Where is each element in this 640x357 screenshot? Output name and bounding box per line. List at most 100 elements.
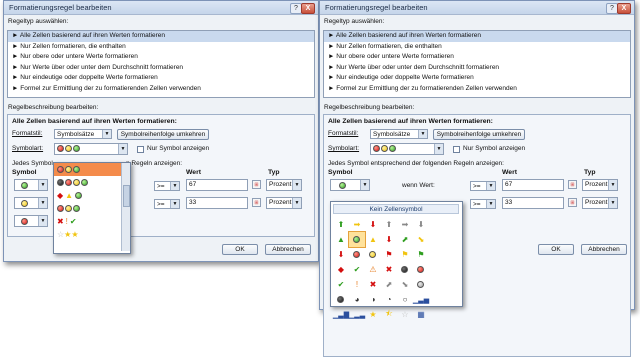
close-button[interactable]: X	[301, 3, 315, 14]
flag-icon[interactable]: ⚑	[381, 247, 397, 262]
red-circle-icon[interactable]	[413, 262, 429, 277]
arrow-down-icon[interactable]: ⬇	[381, 232, 397, 247]
black-circle-icon[interactable]	[333, 292, 349, 307]
gray-circle-icon[interactable]	[413, 277, 429, 292]
icon-set-option[interactable]: ◆ ▲	[54, 189, 130, 202]
arrow-up-right-gray-icon[interactable]: ⬈	[381, 277, 397, 292]
green-circle-icon[interactable]	[348, 231, 366, 248]
x-circle-icon[interactable]: ✖	[381, 262, 397, 277]
operator-select[interactable]: >= ▼	[470, 199, 496, 209]
gray-arrow-up-icon[interactable]: ⬆	[381, 217, 397, 232]
only-symbol-checkbox[interactable]	[137, 146, 144, 153]
symbol-select[interactable]: ▼	[14, 197, 48, 209]
arrow-up-icon[interactable]: ⬆	[333, 217, 349, 232]
cell-reference-icon[interactable]: ⊞	[252, 180, 261, 189]
empty-circle-icon[interactable]: ○	[397, 292, 413, 307]
arrow-down-right-icon[interactable]: ⬊	[413, 232, 429, 247]
ruletype-item[interactable]: ► Nur Zellen formatieren, die enthalten	[324, 42, 630, 53]
ruletype-item[interactable]: ► Nur eindeutige oder doppelte Werte for…	[8, 73, 314, 84]
icon-set-option[interactable]: ☆ ★ ★	[54, 228, 130, 241]
operator-select[interactable]: >= ▼	[154, 181, 180, 191]
type-select[interactable]: Prozent ▼	[582, 197, 618, 209]
ruletype-item[interactable]: ► Nur obere oder untere Werte formatiere…	[324, 52, 630, 63]
ruletype-list[interactable]: ► Alle Zellen basierend auf ihren Werten…	[323, 30, 631, 98]
operator-select[interactable]: >= ▼	[470, 181, 496, 191]
gray-arrow-down-icon[interactable]: ⬇	[413, 217, 429, 232]
red-circle-icon[interactable]	[349, 247, 365, 262]
ruletype-item[interactable]: ► Nur Zellen formatieren, die enthalten	[8, 42, 314, 53]
icon-set-dropdown[interactable]: ◆ ▲ ✖ ! ✔ ☆ ★ ★	[53, 162, 131, 254]
symbolart-select[interactable]: ▼	[370, 143, 444, 155]
formatstil-select[interactable]: Symbolsätze ▼	[370, 129, 428, 139]
ruletype-item[interactable]: ► Nur Werte über oder unter dem Durchsch…	[324, 63, 630, 74]
symbol-select[interactable]: ▼	[330, 179, 370, 191]
star-empty-icon[interactable]: ☆	[397, 307, 413, 322]
x-icon[interactable]: ✖	[365, 277, 381, 292]
yellow-circle-icon[interactable]	[365, 247, 381, 262]
warning-icon[interactable]: ⚠	[365, 262, 381, 277]
value-input[interactable]: 67	[502, 179, 564, 191]
signal-bars-icon[interactable]: ▁▃▅	[413, 292, 429, 307]
signal-bars-icon[interactable]: ▁▃▇	[333, 307, 349, 322]
diamond-icon[interactable]: ◆	[333, 262, 349, 277]
cancel-button[interactable]: Abbrechen	[265, 244, 311, 255]
type-select[interactable]: Prozent ▼	[266, 197, 302, 209]
flag-yellow-icon[interactable]: ⚑	[397, 247, 413, 262]
ruletype-item[interactable]: ► Nur Werte über oder unter dem Durchsch…	[8, 63, 314, 74]
cell-reference-icon[interactable]: ⊞	[568, 198, 577, 207]
scrollbar-thumb[interactable]	[123, 185, 130, 207]
pie-half-icon[interactable]: ◑	[365, 292, 381, 307]
only-symbol-checkbox[interactable]	[453, 146, 460, 153]
ruletype-item[interactable]: ► Nur eindeutige oder doppelte Werte for…	[324, 73, 630, 84]
ruletype-list[interactable]: ► Alle Zellen basierend auf ihren Werten…	[7, 30, 315, 98]
symbol-picker-popup[interactable]: Kein Zellensymbol ⬆ ➡ ⬇ ⬆ ➡ ⬇ ▲ ▲ ⬇ ⬈ ⬊ …	[330, 201, 463, 319]
cancel-button[interactable]: Abbrechen	[581, 244, 627, 255]
icon-set-option[interactable]	[54, 176, 130, 189]
ruletype-item[interactable]: ► Alle Zellen basierend auf ihren Werten…	[8, 31, 314, 42]
reverse-order-button[interactable]: Symbolreihenfolge umkehren	[117, 129, 209, 140]
close-button[interactable]: X	[617, 3, 631, 14]
star-half-icon[interactable]: ⯪	[381, 307, 397, 322]
icon-set-option[interactable]: ✖ ! ✔	[54, 215, 130, 228]
check-icon[interactable]: ✔	[333, 277, 349, 292]
ruletype-item[interactable]: ► Formel zur Ermittlung der zu formatier…	[324, 84, 630, 95]
value-input[interactable]: 33	[186, 197, 248, 209]
pie-quarter-icon[interactable]: ◔	[381, 292, 397, 307]
value-input[interactable]: 67	[186, 179, 248, 191]
cell-reference-icon[interactable]: ⊞	[568, 180, 577, 189]
triangle-up-yellow-icon[interactable]: ▲	[365, 232, 381, 247]
ruletype-item[interactable]: ► Nur obere oder untere Werte formatiere…	[8, 52, 314, 63]
cell-reference-icon[interactable]: ⊞	[252, 198, 261, 207]
formatstil-select[interactable]: Symbolsätze ▼	[54, 129, 112, 139]
arrow-down-right-gray-icon[interactable]: ⬊	[397, 277, 413, 292]
reverse-order-button[interactable]: Symbolreihenfolge umkehren	[433, 129, 525, 140]
ok-button[interactable]: OK	[538, 244, 574, 255]
ok-button[interactable]: OK	[222, 244, 258, 255]
symbol-select[interactable]: ▼	[14, 179, 48, 191]
dropdown-scrollbar[interactable]	[121, 163, 130, 251]
quarter-box-icon[interactable]: ▦	[413, 307, 429, 322]
arrow-down-icon[interactable]: ⬇	[333, 247, 349, 262]
arrow-up-right-icon[interactable]: ⬈	[397, 232, 413, 247]
symbolart-select[interactable]: ▼	[54, 143, 128, 155]
ruletype-item[interactable]: ► Alle Zellen basierend auf ihren Werten…	[324, 31, 630, 42]
no-cell-icon-button[interactable]: Kein Zellensymbol	[333, 204, 459, 214]
arrow-right-icon[interactable]: ➡	[349, 217, 365, 232]
icon-set-option[interactable]	[54, 163, 130, 176]
flag-green-icon[interactable]: ⚑	[413, 247, 429, 262]
type-select[interactable]: Prozent ▼	[582, 179, 618, 191]
check-circle-icon[interactable]: ✔	[349, 262, 365, 277]
exclamation-icon[interactable]: !	[349, 277, 365, 292]
pie-three-quarter-icon[interactable]: ◕	[349, 292, 365, 307]
star-full-icon[interactable]: ★	[365, 307, 381, 322]
icon-set-option[interactable]	[54, 202, 130, 215]
triangle-up-icon[interactable]: ▲	[333, 232, 349, 247]
arrow-down-icon[interactable]: ⬇	[365, 217, 381, 232]
value-input[interactable]: 33	[502, 197, 564, 209]
ruletype-item[interactable]: ► Formel zur Ermittlung der zu formatier…	[8, 84, 314, 95]
symbol-select[interactable]: ▼	[14, 215, 48, 227]
type-select[interactable]: Prozent ▼	[266, 179, 302, 191]
gray-arrow-right-icon[interactable]: ➡	[397, 217, 413, 232]
black-circle-icon[interactable]	[397, 262, 413, 277]
signal-bars-icon[interactable]: ▁▂▃	[349, 307, 365, 322]
